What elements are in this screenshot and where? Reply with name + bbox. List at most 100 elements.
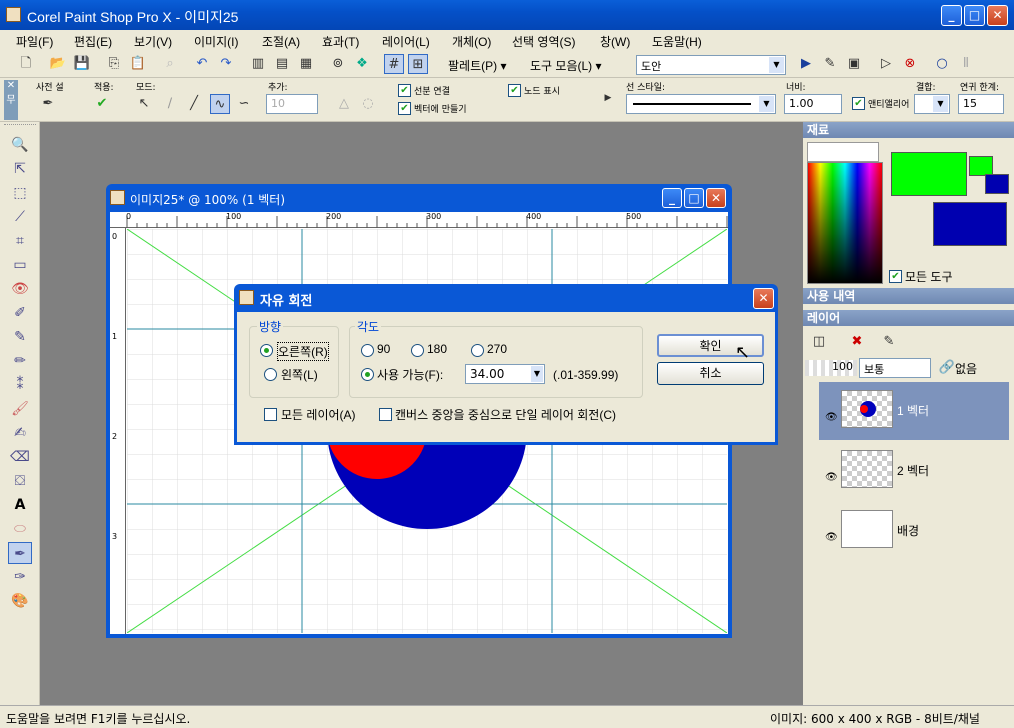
single-layer-label[interactable]: 캔버스 중앙을 중심으로 단일 레이어 회전(C) xyxy=(395,406,616,423)
toolbars-menu[interactable]: 도구 모음(L) ▾ xyxy=(530,57,602,74)
menu-item[interactable]: 선택 영역(S) xyxy=(512,33,576,50)
menu-item[interactable]: 조절(A) xyxy=(262,33,300,50)
grid-icon[interactable]: # xyxy=(384,54,404,74)
browse-icon[interactable]: ⌕ xyxy=(160,54,180,74)
node-checkbox[interactable]: ✔ xyxy=(508,84,521,97)
eraser-tool-icon[interactable]: ⌫ xyxy=(8,446,32,468)
layers-icon[interactable]: ❖ xyxy=(352,54,372,74)
options-handle[interactable]: ✕ 무 xyxy=(4,80,18,120)
blend-mode-select[interactable]: 보통 xyxy=(859,358,931,378)
layer-row[interactable]: 2 벡터 👁 xyxy=(819,442,1009,500)
menu-item[interactable]: 개체(O) xyxy=(452,33,491,50)
guides-icon[interactable]: ⊞ xyxy=(408,54,428,74)
line-style-select[interactable]: ▼ xyxy=(626,94,776,114)
scratch-tool-icon[interactable]: ✏ xyxy=(8,350,32,372)
ellipse-tool-icon[interactable]: ⬭ xyxy=(8,518,32,540)
maximize-button[interactable]: □ xyxy=(964,5,985,26)
left-radio[interactable] xyxy=(264,368,277,381)
paint-brush-icon[interactable]: 🖌 xyxy=(8,398,32,420)
paste-icon[interactable]: 📋 xyxy=(128,54,148,74)
redo-icon[interactable]: ↷ xyxy=(216,54,236,74)
script-edit-icon[interactable]: ▣ xyxy=(844,54,864,74)
histogram-icon[interactable]: ▤ xyxy=(272,54,292,74)
undo-icon[interactable]: ↶ xyxy=(192,54,212,74)
fill-tool-icon[interactable]: ⛋ xyxy=(8,470,32,492)
menu-item[interactable]: 도움말(H) xyxy=(652,33,702,50)
pick-tool-icon[interactable]: ⇱ xyxy=(8,158,32,180)
curve-icon[interactable]: ◌ xyxy=(358,94,378,114)
straighten-tool-icon[interactable]: ▭ xyxy=(8,254,32,276)
background-mini-swatch[interactable] xyxy=(985,174,1009,194)
shape-icon[interactable]: △ xyxy=(334,94,354,114)
free-angle-radio[interactable] xyxy=(361,368,374,381)
connect-checkbox[interactable]: ✔ xyxy=(398,84,411,97)
vector-checkbox[interactable]: ✔ xyxy=(398,102,411,115)
visibility-eye-icon[interactable]: 👁 xyxy=(825,532,838,543)
mode-draw-icon[interactable]: ∕ xyxy=(160,94,180,114)
line-icon[interactable]: ╱ xyxy=(184,94,204,114)
add-spinner[interactable]: 10 xyxy=(266,94,318,114)
right-radio[interactable] xyxy=(260,344,273,357)
selection-tool-icon[interactable]: ⬚ xyxy=(8,182,32,204)
foreground-mini-swatch[interactable] xyxy=(969,156,993,176)
antialias-checkbox[interactable]: ✔ xyxy=(852,97,865,110)
visibility-eye-icon[interactable]: 👁 xyxy=(825,472,838,483)
free-angle-label[interactable]: 사용 가능(F): xyxy=(377,366,443,383)
clone-tool-icon[interactable]: ✎ xyxy=(8,326,32,348)
pause-icon[interactable]: Ⅱ xyxy=(956,54,976,74)
menu-item[interactable]: 파일(F) xyxy=(16,33,53,50)
cancel-button[interactable]: 취소 xyxy=(657,362,764,385)
crop-tool-icon[interactable]: ⌗ xyxy=(8,230,32,252)
angle-90-radio[interactable] xyxy=(361,344,374,357)
angle-180-label[interactable]: 180 xyxy=(427,342,447,356)
art-brush-icon[interactable]: ✑ xyxy=(8,566,32,588)
angle-90-label[interactable]: 90 xyxy=(377,342,390,356)
close-button[interactable]: ✕ xyxy=(987,5,1008,26)
save-icon[interactable]: 💾 xyxy=(72,54,92,74)
more-arrow-icon[interactable]: ▶ xyxy=(598,88,618,108)
layer-row-selected[interactable]: 1 벡터 👁 xyxy=(819,382,1009,440)
doc-minimize-button[interactable]: _ xyxy=(662,188,682,208)
single-layer-checkbox[interactable] xyxy=(379,408,392,421)
script-icon[interactable]: ✎ xyxy=(820,54,840,74)
new-file-icon[interactable]: 🗋 xyxy=(16,54,36,74)
freehand-icon[interactable]: ∿ xyxy=(210,94,230,114)
layer-properties-icon[interactable]: ✎ xyxy=(879,332,899,352)
all-layers-checkbox[interactable] xyxy=(264,408,277,421)
palette-menu[interactable]: 팔레트(P) ▾ xyxy=(448,57,506,74)
mask-icon[interactable]: 🔗 xyxy=(937,358,957,378)
gradient-icon[interactable]: ▦ xyxy=(296,54,316,74)
opacity-field[interactable]: 100 xyxy=(805,360,857,376)
tools-handle[interactable] xyxy=(4,124,36,128)
menu-item[interactable]: 창(W) xyxy=(600,33,630,50)
pen-preset-icon[interactable]: ✒ xyxy=(38,94,58,114)
angle-spinner[interactable]: 34.00 ▼ xyxy=(465,364,545,384)
apply-icon[interactable]: ✔ xyxy=(92,94,112,114)
run-script-icon[interactable]: ▷ xyxy=(876,54,896,74)
bezier-icon[interactable]: ∽ xyxy=(234,94,254,114)
menu-item[interactable]: 편집(E) xyxy=(74,33,112,50)
new-layer-icon[interactable]: ◫ xyxy=(809,332,829,352)
layer-row[interactable]: 배경 👁 xyxy=(819,502,1009,560)
dropper-tool-icon[interactable]: ⟋ xyxy=(8,206,32,228)
stop-script-icon[interactable]: ⊗ xyxy=(900,54,920,74)
materials-tabs[interactable] xyxy=(807,142,879,162)
menu-item[interactable]: 효과(T) xyxy=(322,33,359,50)
doc-maximize-button[interactable]: □ xyxy=(684,188,704,208)
color-spectrum[interactable] xyxy=(807,162,883,284)
mode-edit-icon[interactable]: ↖ xyxy=(134,94,154,114)
levels-icon[interactable]: ▥ xyxy=(248,54,268,74)
workspace-select[interactable]: 도안 ▼ xyxy=(636,55,786,75)
visibility-eye-icon[interactable]: 👁 xyxy=(825,412,838,423)
makeover-tool-icon[interactable]: ✐ xyxy=(8,302,32,324)
delete-layer-icon[interactable]: ✖ xyxy=(847,332,867,352)
background-swatch[interactable] xyxy=(933,202,1007,246)
dodge-tool-icon[interactable]: ⁑ xyxy=(8,374,32,396)
dialog-close-button[interactable]: ✕ xyxy=(753,288,774,309)
angle-270-label[interactable]: 270 xyxy=(487,342,507,356)
pen-tool-icon[interactable]: ✒ xyxy=(8,542,32,564)
red-eye-tool-icon[interactable]: 👁 xyxy=(8,278,32,300)
all-layers-label[interactable]: 모든 레이어(A) xyxy=(281,406,356,423)
angle-180-radio[interactable] xyxy=(411,344,424,357)
left-label[interactable]: 왼쪽(L) xyxy=(281,366,318,383)
